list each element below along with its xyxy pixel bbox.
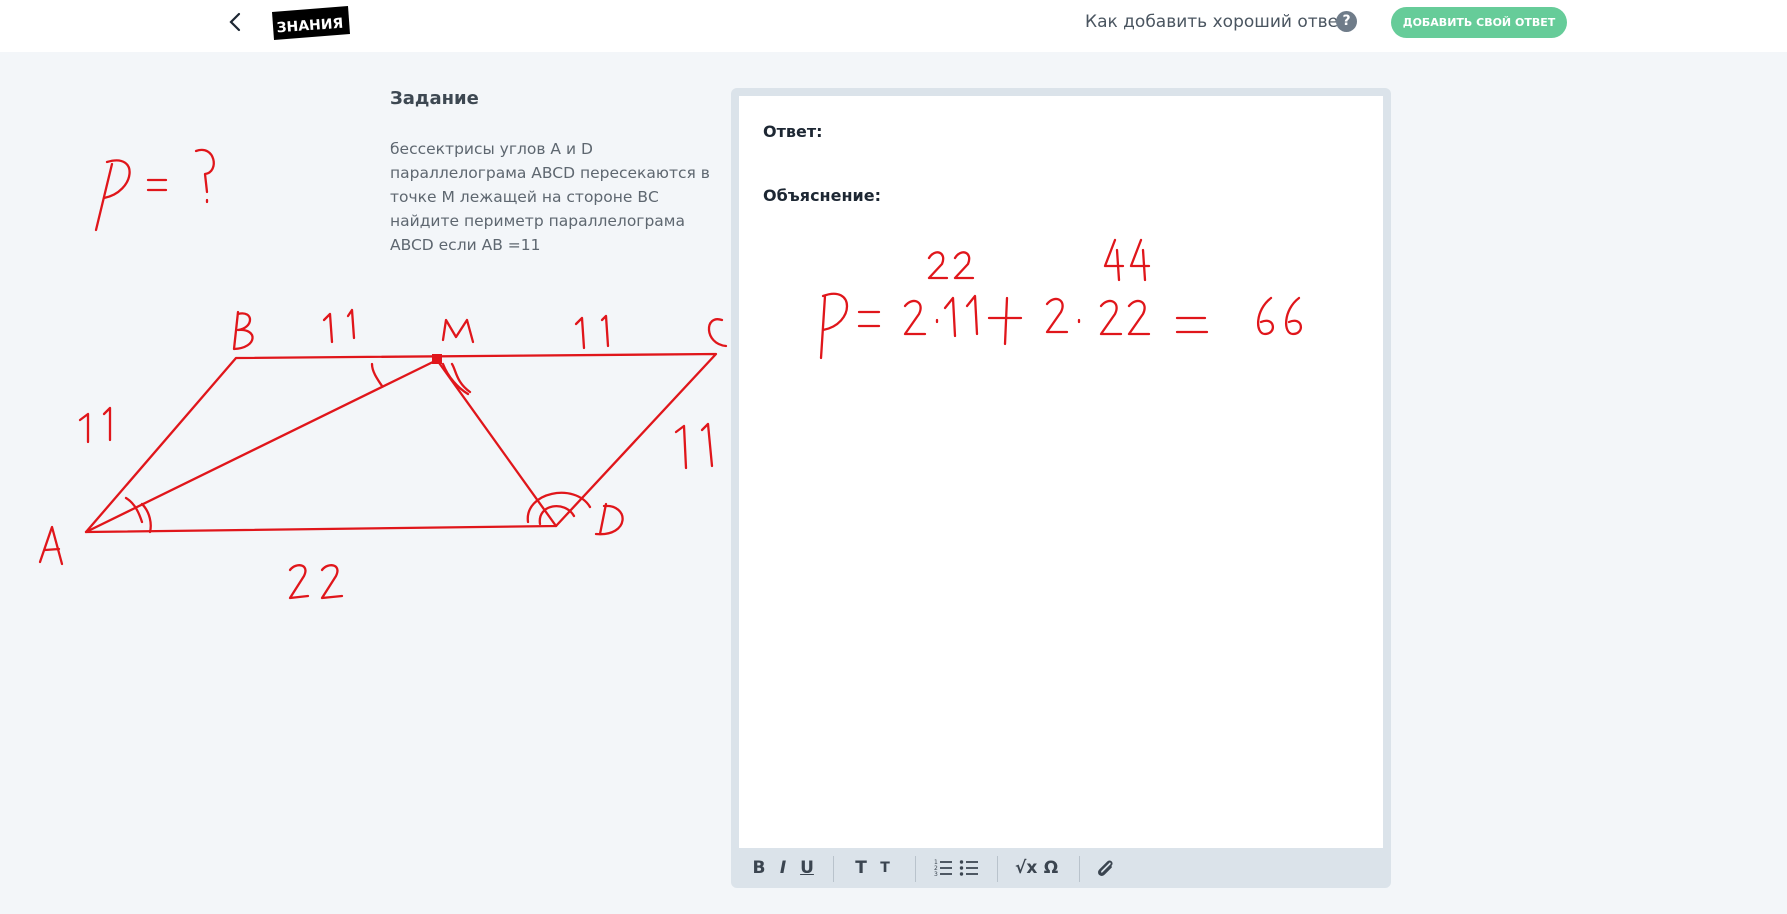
help-icon[interactable]: ? xyxy=(1336,11,1357,32)
editor-toolbar: B I U T T 123 √x Ω xyxy=(739,848,1383,888)
math-button[interactable]: √x xyxy=(1015,856,1037,880)
symbol-button[interactable]: Ω xyxy=(1041,856,1061,880)
bullet-list-icon[interactable] xyxy=(959,858,979,878)
answer-label: Ответ: xyxy=(763,122,823,141)
italic-button[interactable]: I xyxy=(775,856,791,880)
task-text: бессектрисы углов А и D параллелограма A… xyxy=(390,140,710,254)
help-link[interactable]: Как добавить хороший ответ xyxy=(1085,10,1348,34)
paperclip-icon[interactable] xyxy=(1095,857,1117,879)
explanation-label: Объяснение: xyxy=(763,186,881,205)
text-small-button[interactable]: T xyxy=(877,856,893,880)
toolbar-separator xyxy=(915,856,916,882)
svg-text:3: 3 xyxy=(934,871,938,878)
bold-button[interactable]: B xyxy=(751,856,767,880)
handwritten-solution xyxy=(819,238,1302,360)
task-title: Задание xyxy=(390,88,479,109)
toolbar-separator xyxy=(833,856,834,882)
answer-editor: Ответ: Объяснение: B I U T T 1 2 3 √x Ω xyxy=(731,88,1391,888)
toolbar-separator xyxy=(997,856,998,882)
top-bar: ЗНАНИЯ Как добавить хороший ответ ? ДОБА… xyxy=(0,0,1787,52)
ordered-list-icon[interactable]: 123 xyxy=(933,858,953,878)
underline-button[interactable]: U xyxy=(799,856,815,880)
toolbar-separator xyxy=(1079,856,1080,882)
logo[interactable]: ЗНАНИЯ xyxy=(270,6,350,40)
add-answer-button[interactable]: ДОБАВИТЬ СВОЙ ОТВЕТ xyxy=(1391,7,1567,38)
text-large-button[interactable]: T xyxy=(853,856,869,880)
editor-canvas[interactable]: Ответ: Объяснение: xyxy=(739,96,1383,848)
chevron-left-icon[interactable] xyxy=(224,10,248,34)
